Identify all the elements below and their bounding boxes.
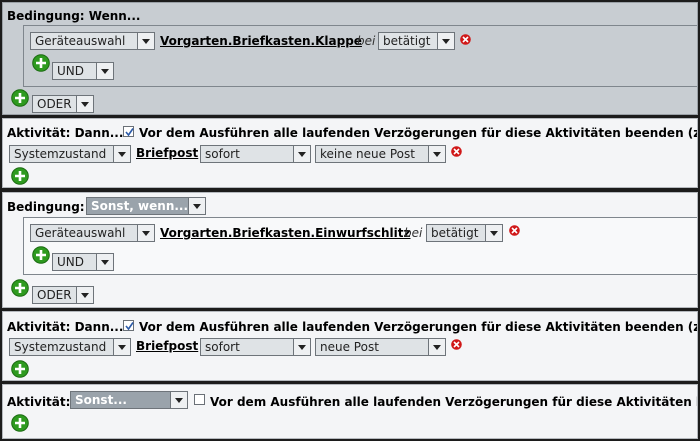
- device-link[interactable]: Vorgarten.Briefkasten.Einwurfschlitz: [160, 226, 410, 240]
- condition-type-select[interactable]: Sonst, wenn...: [86, 197, 206, 215]
- add-icon[interactable]: [11, 167, 29, 185]
- stop-delays-label: Vor dem Ausführen alle laufenden Verzöge…: [210, 395, 698, 409]
- chevron-down-icon: [76, 96, 93, 112]
- chevron-down-icon: [137, 33, 154, 49]
- bei-label: bei: [404, 226, 423, 240]
- condition-panel-elseif: Bedingung: Sonst, wenn... Geräteauswahl …: [2, 192, 698, 308]
- add-icon[interactable]: [11, 414, 29, 432]
- condition-panel-if: Bedingung: Wenn... Geräteauswahl Vorgart…: [2, 2, 698, 115]
- delete-icon[interactable]: [451, 339, 462, 350]
- activity-link[interactable]: Briefpost: [136, 339, 198, 353]
- device-link[interactable]: Vorgarten.Briefkasten.Klappe: [160, 34, 362, 48]
- value-select[interactable]: keine neue Post: [315, 145, 446, 163]
- activity-type-select[interactable]: Systemzustand: [9, 145, 131, 163]
- timing-select[interactable]: sofort: [200, 338, 311, 356]
- delete-icon[interactable]: [451, 146, 462, 157]
- delete-icon[interactable]: [509, 225, 520, 236]
- timing-select[interactable]: sofort: [200, 145, 311, 163]
- logic-select[interactable]: UND: [52, 62, 114, 80]
- state-select[interactable]: betätigt: [426, 224, 503, 242]
- chevron-down-icon: [113, 339, 130, 355]
- chevron-down-icon: [293, 146, 310, 162]
- activity-panel-then: Aktivität: Dann... Vor dem Ausführen all…: [2, 311, 698, 381]
- chevron-down-icon: [428, 339, 445, 355]
- chevron-down-icon: [485, 225, 502, 241]
- chevron-down-icon: [76, 287, 93, 303]
- chevron-down-icon: [96, 254, 113, 270]
- add-icon[interactable]: [32, 54, 50, 72]
- add-icon[interactable]: [32, 246, 50, 264]
- condition-group: Geräteauswahl Vorgarten.Briefkasten.Klap…: [23, 25, 697, 87]
- add-icon[interactable]: [11, 279, 29, 297]
- bei-label: bei: [357, 34, 376, 48]
- delete-icon[interactable]: [460, 34, 471, 45]
- value-select[interactable]: neue Post: [315, 338, 446, 356]
- program-editor: Bedingung: Wenn... Geräteauswahl Vorgart…: [0, 0, 700, 441]
- chevron-down-icon: [428, 146, 445, 162]
- activity-link[interactable]: Briefpost: [136, 146, 198, 160]
- stop-delays-checkbox[interactable]: [194, 394, 205, 405]
- chevron-down-icon: [293, 339, 310, 355]
- outer-logic-select[interactable]: ODER: [32, 95, 94, 113]
- stop-delays-label: Vor dem Ausführen alle laufenden Verzöge…: [139, 126, 698, 140]
- condition-title: Bedingung: Wenn...: [7, 9, 141, 23]
- device-select[interactable]: Geräteauswahl: [30, 32, 155, 50]
- activity-else-select[interactable]: Sonst...: [70, 391, 188, 409]
- state-select[interactable]: betätigt: [378, 32, 455, 50]
- chevron-down-icon: [137, 225, 154, 241]
- condition-title: Bedingung:: [7, 200, 85, 214]
- activity-panel-then: Aktivität: Dann... Vor dem Ausführen all…: [2, 118, 698, 188]
- activity-title: Aktivität: Dann...: [7, 320, 124, 334]
- chevron-down-icon: [113, 146, 130, 162]
- logic-select[interactable]: UND: [52, 253, 114, 271]
- chevron-down-icon: [188, 198, 205, 214]
- outer-logic-select[interactable]: ODER: [32, 286, 94, 304]
- activity-title: Aktivität: Dann...: [7, 126, 124, 140]
- condition-group: Geräteauswahl Vorgarten.Briefkasten.Einw…: [23, 217, 697, 275]
- add-icon[interactable]: [11, 89, 29, 107]
- device-select[interactable]: Geräteauswahl: [30, 224, 155, 242]
- chevron-down-icon: [437, 33, 454, 49]
- stop-delays-checkbox[interactable]: [123, 126, 134, 137]
- stop-delays-checkbox[interactable]: [123, 320, 134, 331]
- activity-panel-else: Aktivität: Sonst... Vor dem Ausführen al…: [2, 384, 698, 439]
- chevron-down-icon: [170, 392, 187, 408]
- activity-type-select[interactable]: Systemzustand: [9, 338, 131, 356]
- stop-delays-label: Vor dem Ausführen alle laufenden Verzöge…: [139, 320, 698, 334]
- add-icon[interactable]: [11, 360, 29, 378]
- chevron-down-icon: [96, 63, 113, 79]
- activity-title: Aktivität:: [7, 395, 71, 409]
